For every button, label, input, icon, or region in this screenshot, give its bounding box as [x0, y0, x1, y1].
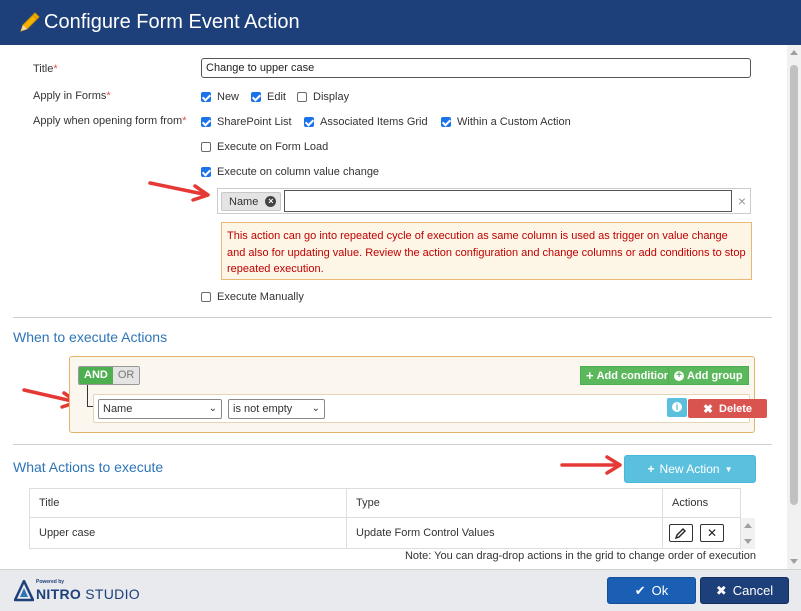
apply-forms-label: Apply in Forms* — [33, 90, 111, 102]
checkbox-execute-on-column-change[interactable]: Execute on column value change — [201, 166, 379, 178]
check-icon: ✔ — [634, 582, 646, 598]
ok-button[interactable]: ✔ Ok — [607, 577, 696, 604]
checkbox-within-custom-action-box[interactable] — [441, 117, 451, 127]
info-icon: i — [672, 402, 682, 412]
add-group-button[interactable]: + Add group — [668, 366, 749, 385]
cancel-button[interactable]: ✖ Cancel — [700, 577, 789, 604]
delete-condition-button[interactable]: ✖ Delete — [688, 399, 767, 418]
nitro-logo-icon — [14, 580, 34, 602]
scroll-down-icon[interactable] — [744, 539, 752, 544]
caret-down-icon: ▼ — [724, 464, 733, 474]
new-action-button[interactable]: + New Action ▼ — [624, 455, 756, 483]
checkbox-edit-box[interactable] — [251, 92, 261, 102]
column-tag-selector[interactable]: Name × × — [217, 188, 751, 214]
pencil-icon — [675, 528, 686, 539]
content-scrollbar[interactable] — [787, 45, 801, 569]
plus-icon: + — [586, 367, 594, 383]
checkbox-within-custom-action[interactable]: Within a Custom Action — [441, 116, 571, 128]
grid-header: Title Type Actions — [29, 488, 741, 518]
field-select[interactable]: Name ⌄ — [98, 399, 222, 419]
checkbox-execute-on-form-load-box[interactable] — [201, 142, 211, 152]
brand-name: NITRO STUDIO — [36, 586, 140, 602]
plus-icon: + — [647, 462, 655, 476]
dialog-footer: Powered by NITRO STUDIO ✔ Ok ✖ Cancel — [0, 569, 801, 611]
remove-action-button[interactable]: ✕ — [700, 524, 724, 542]
section-divider — [13, 444, 772, 445]
column-tag-input[interactable] — [284, 190, 732, 212]
title-label: Title* — [33, 63, 58, 75]
apply-opening-label: Apply when opening form from* — [33, 115, 187, 127]
checkbox-display-box[interactable] — [297, 92, 307, 102]
dialog-titlebar: Configure Form Event Action — [0, 0, 801, 45]
or-button[interactable]: OR — [112, 367, 140, 384]
conditions-section-title: When to execute Actions — [13, 329, 168, 345]
chevron-down-icon: ⌄ — [311, 403, 320, 414]
scroll-up-icon[interactable] — [744, 523, 752, 528]
pencil-icon — [20, 12, 40, 32]
column-header-type: Type — [347, 489, 663, 517]
clear-icon[interactable]: × — [738, 193, 746, 209]
checkbox-sharepoint-list-box[interactable] — [201, 117, 211, 127]
row-title: Upper case — [30, 518, 347, 548]
tag-remove-icon[interactable]: × — [265, 196, 277, 207]
dialog-content: Title* Apply in Forms* New Edit Display … — [0, 45, 787, 569]
row-actions: ✕ — [663, 518, 742, 548]
and-button[interactable]: AND — [79, 367, 113, 384]
checkbox-execute-on-form-load[interactable]: Execute on Form Load — [201, 141, 328, 153]
column-header-title: Title — [30, 489, 347, 517]
column-header-actions: Actions — [672, 497, 709, 509]
grid-scrollbar[interactable] — [741, 518, 755, 549]
scroll-thumb[interactable] — [790, 65, 798, 505]
checkbox-execute-manually-box[interactable] — [201, 292, 211, 302]
add-condition-button[interactable]: + Add condition — [580, 366, 677, 385]
close-icon: ✕ — [706, 526, 718, 540]
checkbox-display[interactable]: Display — [297, 91, 349, 103]
title-input[interactable] — [201, 58, 751, 78]
plus-circle-icon: + — [674, 370, 684, 381]
checkbox-sharepoint-list[interactable]: SharePoint List — [201, 116, 292, 128]
red-arrow-icon — [148, 181, 210, 202]
red-arrow-icon — [560, 455, 622, 475]
nitro-studio-logo: Powered by NITRO STUDIO — [14, 577, 144, 605]
info-button[interactable]: i — [667, 398, 687, 417]
checkbox-execute-manually[interactable]: Execute Manually — [201, 291, 304, 303]
warning-message: This action can go into repeated cycle o… — [221, 222, 752, 280]
column-tag: Name × — [221, 192, 282, 211]
section-divider — [13, 317, 772, 318]
scroll-up-icon[interactable] — [790, 50, 798, 55]
chevron-down-icon: ⌄ — [208, 403, 217, 414]
actions-section-title: What Actions to execute — [13, 459, 164, 475]
close-icon: ✖ — [715, 582, 727, 598]
condition-rule: Name ⌄ is not empty ⌄ i ✖ Delete — [93, 394, 767, 423]
checkbox-new-box[interactable] — [201, 92, 211, 102]
checkbox-associated-items-grid-box[interactable] — [304, 117, 314, 127]
scroll-down-icon[interactable] — [790, 559, 798, 564]
close-icon: ✖ — [702, 401, 714, 416]
edit-button[interactable] — [669, 524, 693, 542]
table-row[interactable]: Upper case Update Form Control Values ✕ — [29, 518, 741, 549]
checkbox-new[interactable]: New — [201, 91, 239, 103]
drag-drop-note: Note: You can drag-drop actions in the g… — [404, 550, 756, 562]
operator-select[interactable]: is not empty ⌄ — [228, 399, 325, 419]
row-type: Update Form Control Values — [347, 518, 663, 548]
and-or-toggle[interactable]: AND OR — [78, 366, 141, 385]
powered-by-text: Powered by — [36, 579, 65, 585]
checkbox-execute-on-column-change-box[interactable] — [201, 167, 211, 177]
condition-group: AND OR + Add condition + Add group Name … — [69, 356, 767, 433]
dialog-title: Configure Form Event Action — [44, 11, 300, 33]
checkbox-associated-items-grid[interactable]: Associated Items Grid — [304, 116, 428, 128]
checkbox-edit[interactable]: Edit — [251, 91, 286, 103]
